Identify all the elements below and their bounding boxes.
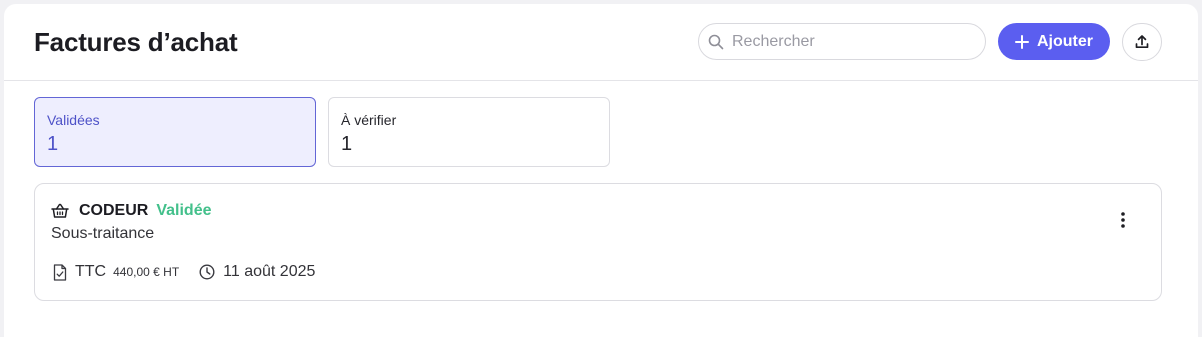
export-button[interactable] [1122,23,1162,61]
more-options-button[interactable] [1111,208,1135,232]
tile-count: 1 [47,133,59,155]
invoice-amount: 440,00 € HT [113,265,180,279]
invoice-card[interactable]: CODEUR Validée Sous-traitance TTC 440,00… [34,183,1162,301]
clock-icon [199,264,215,280]
invoice-category: Sous-traitance [51,225,155,242]
status-badge: Validée [156,202,212,219]
main-panel: Factures d’achat Ajouter Validées 1 [4,4,1198,337]
invoice-date: 11 août 2025 [223,263,316,280]
basket-icon [51,203,69,218]
search-input[interactable] [732,32,972,51]
page-title: Factures d’achat [34,27,238,57]
tile-count: 1 [341,133,353,155]
search-icon [708,34,724,49]
invoice-details: TTC 440,00 € HT 11 août 2025 [53,263,315,281]
supplier-name: CODEUR [79,202,149,219]
tile-validated[interactable]: Validées 1 [34,97,316,167]
more-vertical-icon [1121,212,1125,228]
tile-label: À vérifier [341,112,397,128]
invoice-header: CODEUR Validée [51,202,212,220]
tile-label: Validées [47,112,100,128]
add-button[interactable]: Ajouter [998,23,1110,60]
document-check-icon [53,263,67,281]
upload-icon [1135,35,1149,49]
plus-icon [1015,34,1029,49]
ttc-label: TTC [75,263,107,280]
tile-to-verify[interactable]: À vérifier 1 [328,97,610,167]
page-header: Factures d’achat Ajouter [4,4,1198,81]
add-button-label: Ajouter [1037,32,1093,50]
search-box[interactable] [698,23,986,60]
